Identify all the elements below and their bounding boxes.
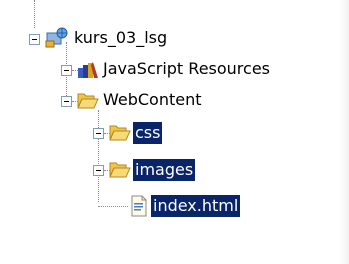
folder-icon <box>109 122 131 142</box>
tree-item-label-project[interactable]: kurs_03_lsg <box>72 27 169 49</box>
panel-edge <box>339 0 349 264</box>
tree-item-label-index-html[interactable]: index.html <box>151 195 241 217</box>
folder-open-icon <box>77 90 99 110</box>
expand-toggle-css[interactable] <box>93 128 104 139</box>
folder-icon <box>109 159 131 179</box>
tree-connector <box>34 0 35 28</box>
tree-connector <box>98 110 99 202</box>
html-file-icon <box>130 195 148 217</box>
tree-item-label-images[interactable]: images <box>133 159 196 181</box>
collapse-toggle-project[interactable] <box>29 34 40 45</box>
library-icon <box>77 59 99 79</box>
tree-connector <box>98 206 128 207</box>
tree-item-label-css[interactable]: css <box>133 122 163 144</box>
project-explorer-tree: kurs_03_lsg JavaScript Resources WebCont… <box>0 0 349 264</box>
expand-toggle-javascript-resources[interactable] <box>61 65 72 76</box>
tree-item-label-javascript-resources[interactable]: JavaScript Resources <box>101 58 272 80</box>
tree-item-label-webcontent[interactable]: WebContent <box>101 89 204 111</box>
expand-toggle-images[interactable] <box>93 165 104 176</box>
collapse-toggle-webcontent[interactable] <box>61 96 72 107</box>
project-web-icon <box>45 27 69 49</box>
